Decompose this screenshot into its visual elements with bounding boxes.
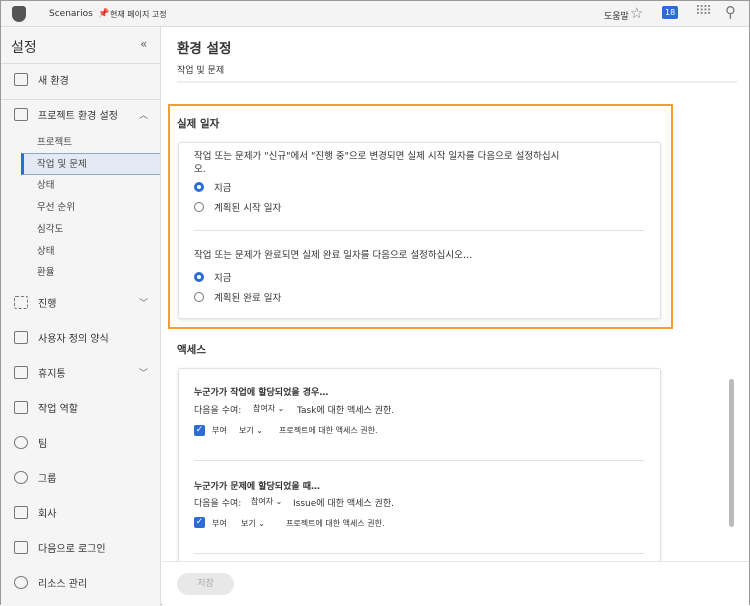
star-icon[interactable]: ☆ — [630, 4, 643, 22]
page-title: 환경 설정 — [177, 41, 232, 57]
issue-access-suffix: Issue에 대한 액세스 권한. — [293, 499, 394, 509]
project-access-suffix: 프로젝트에 대한 액세스 권한. — [286, 519, 385, 528]
chevron-down-icon: ﹀ — [138, 298, 148, 309]
chevron-up-icon: ︿ — [138, 110, 148, 121]
apps-grid-icon[interactable]: ⠿⠿ — [695, 4, 712, 19]
sidebar-item-job-roles[interactable]: 작업 역할 — [1, 399, 160, 415]
label: 그룹 — [38, 473, 57, 485]
label: 리소스 관리 — [38, 578, 88, 590]
resource-icon — [14, 575, 28, 589]
access-title: 액세스 — [177, 344, 206, 356]
project-access-suffix: 프로젝트에 대한 액세스 권한. — [279, 426, 378, 435]
sidebar-sub-currency[interactable]: 환율 — [21, 262, 160, 284]
task-grant-checkbox[interactable]: ✓ — [194, 425, 205, 436]
sidebar-item-resource-management[interactable]: 리소스 관리 — [1, 574, 160, 590]
label: 계획된 시작 일자 — [214, 203, 282, 214]
task-role-dropdown[interactable]: 참여자 ⌄ — [253, 403, 284, 414]
sidebar-item-project-settings[interactable]: 프로젝트 환경 설정 ︿ — [1, 106, 160, 122]
label: 팀 — [38, 438, 48, 450]
radio-complete-now[interactable]: 지금 — [194, 270, 231, 284]
issue-heading: 누군가가 문제에 할당되었을 때… — [194, 482, 321, 492]
sidebar-sub-status-2[interactable]: 상태 — [21, 241, 160, 263]
grant-label: 다음을 수여: — [194, 499, 242, 509]
sidebar-sub-severity[interactable]: 심각도 — [21, 219, 160, 241]
label: 다음으로 로그인 — [38, 543, 106, 555]
task-level-dropdown[interactable]: 보기 ⌄ — [239, 425, 263, 436]
question-complete: 작업 또는 문제가 완료되면 실제 완료 일자를 다음으로 설정하십시오… — [194, 250, 473, 261]
pin-icon[interactable]: 📌 — [98, 9, 109, 19]
value: 보기 — [241, 519, 256, 528]
sidebar-item-login-as[interactable]: 다음으로 로그인 — [1, 539, 160, 555]
task-heading: 누군가가 작업에 할당되었을 경우… — [194, 388, 329, 398]
radio-start-planned[interactable]: 계획된 시작 일자 — [194, 200, 281, 214]
access-card — [178, 368, 661, 568]
sliders-icon — [14, 107, 28, 121]
key-icon — [14, 540, 28, 554]
question-start: 작업 또는 문제가 "신규"에서 "진행 중"으로 변경되면 실제 시작 일자를… — [194, 151, 560, 175]
sidebar-title: 설정 — [11, 40, 37, 56]
trash-icon — [14, 365, 28, 379]
label: 휴지통 — [38, 368, 66, 380]
top-bar: Scenarios 📌 현재 페이지 고정 도움말 ☆ 18 ⠿⠿ ⚲ — [1, 1, 749, 27]
value: 보기 — [239, 426, 254, 435]
app-name[interactable]: Scenarios — [49, 9, 93, 19]
search-icon[interactable]: ⚲ — [725, 3, 736, 21]
sidebar-item-groups[interactable]: 그룹 — [1, 469, 160, 485]
label: 지금 — [214, 183, 232, 194]
label: 사용자 정의 양식 — [38, 333, 109, 345]
task-access-suffix: Task에 대한 액세스 권한. — [297, 406, 395, 416]
sidebar-item-teams[interactable]: 팀 — [1, 434, 160, 450]
value: 참여자 — [253, 404, 276, 413]
issue-grant-checkbox[interactable]: ✓ — [194, 517, 205, 528]
radio-icon — [194, 182, 204, 192]
label: 회사 — [38, 508, 57, 520]
form-icon — [14, 330, 28, 344]
help-link[interactable]: 도움말 — [604, 9, 629, 22]
label: 작업 역할 — [38, 403, 78, 415]
issue-role-dropdown[interactable]: 참여자 ⌄ — [251, 496, 282, 507]
logo-icon[interactable] — [12, 6, 26, 22]
label: 새 환경 — [38, 75, 69, 87]
label: 프로젝트 환경 설정 — [38, 110, 118, 122]
label: 진행 — [38, 298, 57, 310]
layout-icon — [14, 72, 28, 86]
radio-icon — [194, 202, 204, 212]
scrollbar-thumb[interactable] — [729, 379, 734, 527]
value: 참여자 — [251, 497, 274, 506]
radio-icon — [194, 292, 204, 302]
section-title: 실제 일자 — [177, 118, 220, 130]
sidebar-sub-priority[interactable]: 우선 순위 — [21, 197, 160, 219]
progress-icon — [14, 295, 28, 309]
label: 부여 — [212, 519, 227, 528]
issue-level-dropdown[interactable]: 보기 ⌄ — [241, 518, 265, 529]
chevron-down-icon: ﹀ — [138, 368, 148, 379]
sidebar-item-progress[interactable]: 진행 ﹀ — [1, 294, 160, 310]
radio-icon — [194, 272, 204, 282]
sidebar-sub-tasks-issues[interactable]: 작업 및 문제 — [21, 153, 160, 175]
page-subtitle: 작업 및 문제 — [177, 66, 225, 76]
notification-badge[interactable]: 18 — [662, 6, 679, 19]
sidebar-item-trash[interactable]: 휴지통 ﹀ — [1, 364, 160, 380]
radio-start-now[interactable]: 지금 — [194, 180, 231, 194]
radio-complete-planned[interactable]: 계획된 완료 일자 — [194, 290, 281, 304]
label: 계획된 완료 일자 — [214, 293, 282, 304]
collapse-button[interactable]: « — [140, 37, 147, 51]
grant-label: 다음을 수여: — [194, 406, 242, 416]
sidebar-item-companies[interactable]: 회사 — [1, 504, 160, 520]
job-role-icon — [14, 400, 28, 414]
label: 지금 — [214, 273, 232, 284]
sidebar-item-new-environment[interactable]: 새 환경 — [1, 71, 160, 87]
group-icon — [14, 470, 28, 484]
sidebar-sub-project[interactable]: 프로젝트 — [21, 132, 160, 154]
save-button[interactable]: 저장 — [177, 573, 234, 595]
footer-bar — [162, 561, 749, 605]
label: 부여 — [212, 426, 227, 435]
sidebar-sub-status[interactable]: 상태 — [21, 175, 160, 197]
team-icon — [14, 435, 28, 449]
building-icon — [14, 505, 28, 519]
sidebar-item-custom-forms[interactable]: 사용자 정의 양식 — [1, 329, 160, 345]
pin-page-link[interactable]: 현재 페이지 고정 — [110, 9, 167, 20]
